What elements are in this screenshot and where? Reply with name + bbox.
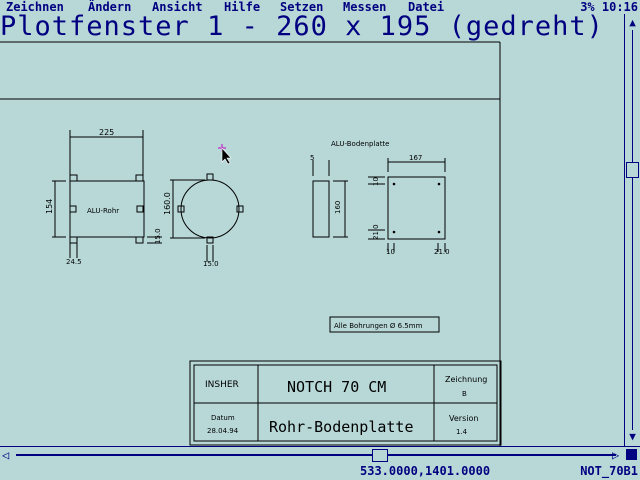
scroll-down-icon[interactable]: ▼ — [626, 430, 639, 444]
mouse-cursor-icon — [218, 144, 232, 165]
tb-part: Rohr-Bodenplatte — [269, 418, 414, 436]
vscroll-track[interactable] — [632, 30, 633, 430]
tb-date-label: Datum — [211, 414, 235, 422]
tb-version-value: 1.4 — [456, 428, 468, 436]
pipe-end-view — [170, 173, 244, 262]
hscroll-thumb[interactable] — [372, 449, 388, 462]
vscroll-thumb[interactable] — [626, 162, 639, 178]
cursor-coordinates: 533.0000,1401.0000 — [360, 464, 491, 478]
scroll-left-icon[interactable]: ◁ — [2, 448, 9, 462]
dim-hole-bottom: 10 — [386, 248, 395, 256]
pipe-circle — [180, 179, 240, 239]
pipe-side-view — [52, 130, 162, 258]
hole — [437, 182, 441, 186]
scroll-up-icon[interactable]: ▲ — [626, 16, 639, 30]
plate-outline — [387, 176, 446, 240]
tb-date-value: 28.04.94 — [207, 427, 239, 435]
circle-tab-top — [206, 173, 214, 181]
pipe-label: ALU-Rohr — [87, 207, 119, 215]
scroll-right-icon[interactable]: ▷ — [612, 448, 619, 462]
dim-hole-top: 10 — [372, 177, 380, 186]
circle-tab-right — [236, 205, 244, 213]
tb-drawing-label: Zeichnung — [445, 375, 487, 384]
dim-hole-side: 21.0 — [372, 224, 380, 240]
plate-edge — [312, 180, 330, 238]
plate-holes — [392, 182, 441, 234]
pipe-tab-tl — [69, 174, 78, 182]
hole — [437, 230, 441, 234]
hole — [392, 182, 396, 186]
dim-hole-bottom-right: 21.0 — [434, 248, 450, 256]
tb-project: NOTCH 70 CM — [287, 378, 386, 396]
file-name: NOT_70B1 — [580, 464, 638, 478]
corner-box — [626, 449, 637, 460]
note-text: Alle Bohrungen Ø 6.5mm — [334, 322, 423, 330]
pipe-tab-br — [135, 236, 144, 244]
dim-pipe-height: 154 — [45, 199, 54, 214]
tb-company: INSHER — [205, 380, 239, 390]
vertical-scrollbar[interactable]: ▲ ▼ — [624, 14, 640, 446]
plate-side-view — [312, 160, 348, 238]
dim-circle-dia: 160.0 — [163, 192, 172, 215]
hole — [392, 230, 396, 234]
dim-plate-height: 160 — [334, 201, 342, 214]
dim-pipe-width: 225 — [99, 128, 114, 137]
dim-pipe-offset: 24.5 — [66, 258, 82, 266]
status-bar: 533.0000,1401.0000 NOT_70B1 — [0, 463, 640, 480]
pipe-tab-bl — [69, 236, 78, 244]
dim-plate-thickness: 5 — [310, 154, 314, 162]
horizontal-scrollbar[interactable]: ◁ ▷ — [0, 446, 640, 463]
dim-circle-foot: 15.0 — [203, 260, 219, 268]
tb-version-label: Version — [449, 414, 478, 423]
drawing-canvas[interactable]: 225 154 ALU-Rohr 15.0 24.5 160.0 15.0 5 … — [0, 0, 625, 446]
plate-title: ALU-Bodenplatte — [331, 140, 390, 148]
hscroll-track[interactable] — [16, 454, 616, 456]
pipe-tab-mr — [136, 205, 144, 213]
dim-plate-width: 167 — [409, 154, 422, 162]
tb-drawing-value: B — [462, 390, 467, 398]
pipe-tab-ml — [69, 205, 77, 213]
dim-pipe-foot: 15.0 — [154, 228, 162, 244]
pipe-tab-tr — [135, 174, 144, 182]
